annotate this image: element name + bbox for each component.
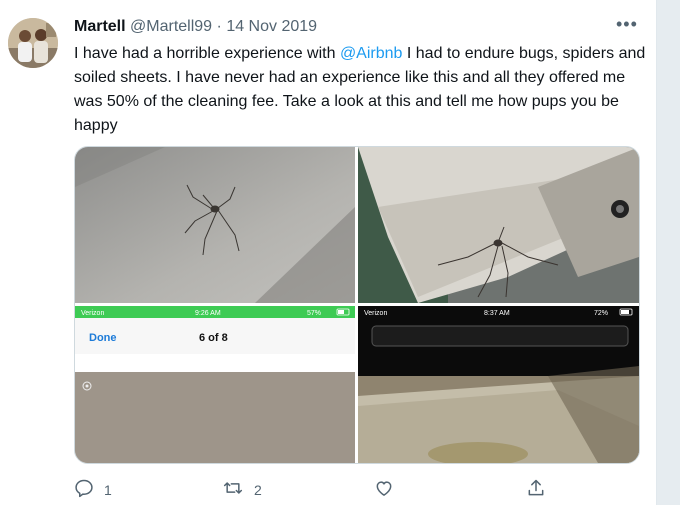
reply-count: 1 bbox=[104, 481, 112, 498]
retweet-count: 2 bbox=[254, 481, 262, 498]
more-horizontal-icon[interactable]: ••• bbox=[616, 14, 638, 35]
photo-4[interactable]: Verizon 8:37 AM 72% bbox=[358, 306, 639, 463]
status-battery: 72% bbox=[594, 310, 608, 317]
photo-counter: 6 of 8 bbox=[199, 332, 228, 344]
photo-2[interactable] bbox=[358, 147, 639, 303]
share-icon bbox=[526, 478, 546, 501]
tweet-card: Martell @Martell99 · 14 Nov 2019 ••• I h… bbox=[0, 0, 657, 505]
reply-button[interactable]: 1 bbox=[74, 478, 112, 501]
status-time: 9:26 AM bbox=[195, 310, 221, 317]
heart-icon bbox=[374, 478, 394, 501]
retweet-button[interactable]: 2 bbox=[222, 478, 262, 501]
mention-link[interactable]: @Airbnb bbox=[340, 45, 403, 62]
tweet-text-before: I have had a horrible experience with bbox=[74, 45, 340, 62]
tweet-actions: 1 2 bbox=[74, 478, 644, 502]
separator: · bbox=[216, 18, 222, 35]
tweet-header: Martell @Martell99 · 14 Nov 2019 bbox=[74, 18, 317, 36]
photo-grid: Verizon 9:26 AM 57% Done 6 of 8 Verizon … bbox=[74, 146, 640, 464]
like-button[interactable] bbox=[374, 478, 404, 501]
done-button[interactable]: Done bbox=[89, 332, 117, 344]
photo-1[interactable] bbox=[75, 147, 355, 303]
status-time: 8:37 AM bbox=[484, 310, 510, 317]
photo-3[interactable]: Verizon 9:26 AM 57% Done 6 of 8 bbox=[75, 306, 355, 463]
avatar[interactable] bbox=[8, 18, 58, 68]
reply-icon bbox=[74, 478, 94, 501]
tweet-text: I have had a horrible experience with @A… bbox=[74, 42, 646, 138]
handle[interactable]: @Martell99 bbox=[130, 18, 212, 35]
retweet-icon bbox=[222, 478, 244, 501]
share-button[interactable] bbox=[526, 478, 556, 501]
status-battery: 57% bbox=[307, 310, 321, 317]
status-carrier: Verizon bbox=[364, 310, 387, 317]
tweet-date[interactable]: 14 Nov 2019 bbox=[226, 18, 317, 35]
display-name[interactable]: Martell bbox=[74, 18, 126, 35]
status-carrier: Verizon bbox=[81, 310, 104, 317]
